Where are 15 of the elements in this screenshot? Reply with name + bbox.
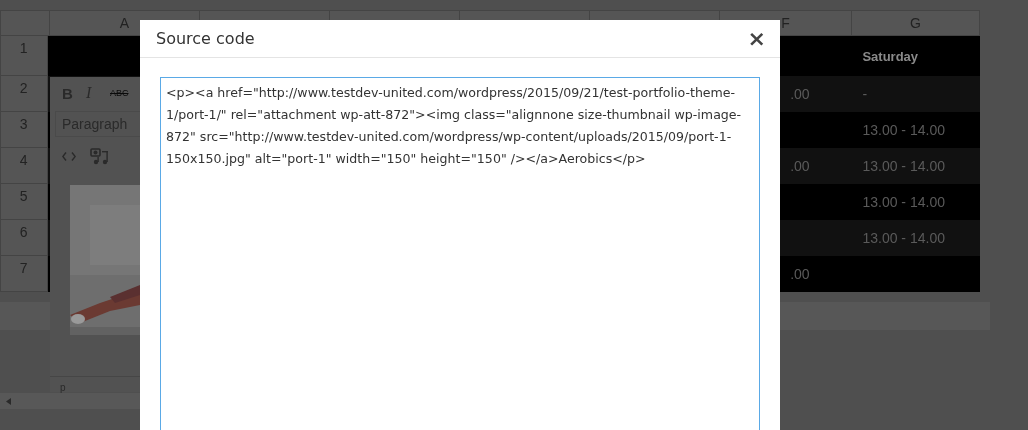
table-cell: 13.00 - 14.00 [862, 230, 945, 246]
table-cell: .00 [790, 86, 810, 102]
left-arrow-icon[interactable] [6, 397, 11, 405]
table-cell: - [862, 86, 868, 102]
source-code-field[interactable]: <p><a href="http://www.testdev-united.com/wordpress/2015/09/21/test-portfolio-theme-1/port-1/" rel="attachment wp-att-872"><img class="alignnone size-thumbnail wp-image-872" src="http://www.testdev-united.com/wordpress/wp-content/uploads/2015/09/port-1-150x150.jpg" alt="port-1" width="150" height="150" /></a>Aerobics</p> [160, 77, 760, 430]
format-button[interactable]: ABC [110, 88, 129, 98]
table-cell: 13.00 - 14.00 [862, 158, 945, 174]
table-cell: .00 [790, 158, 810, 174]
media-icon[interactable] [90, 147, 110, 165]
table-cell: 13.00 - 14.00 [862, 122, 945, 138]
table-cell: 13.00 - 14.00 [862, 194, 945, 210]
table-cell: Saturday [862, 48, 919, 64]
code-icon[interactable] [62, 151, 76, 161]
horizontal-scrollbar[interactable] [0, 393, 140, 409]
table-cell: .00 [790, 266, 810, 282]
